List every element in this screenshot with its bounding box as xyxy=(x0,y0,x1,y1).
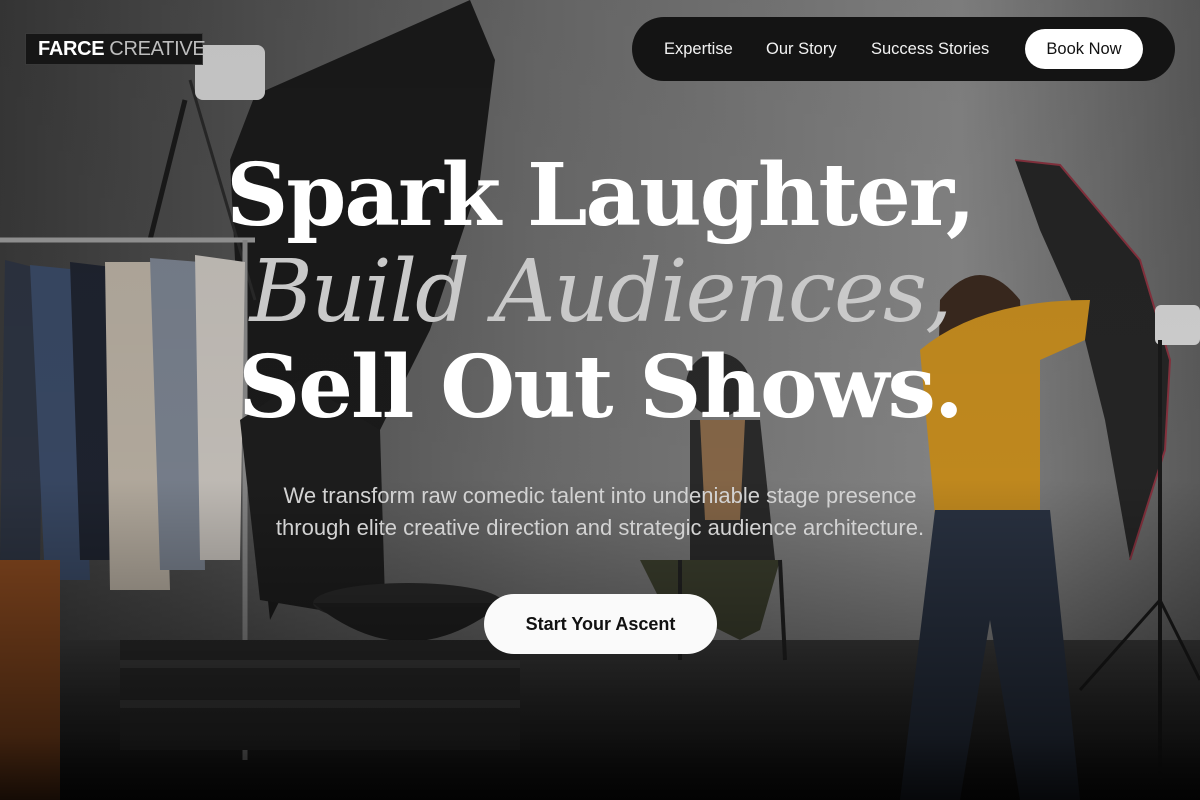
headline-line-3: Sell Out Shows. xyxy=(238,337,964,438)
hero-section: FARCE CREATIVE Expertise Our Story Succe… xyxy=(0,0,1200,800)
start-your-ascent-button[interactable]: Start Your Ascent xyxy=(484,594,717,654)
nav-link-success-stories[interactable]: Success Stories xyxy=(871,17,989,81)
nav-link-our-story[interactable]: Our Story xyxy=(766,17,837,81)
logo-secondary-text: CREATIVE xyxy=(109,37,206,60)
nav-link-expertise[interactable]: Expertise xyxy=(664,17,733,81)
hero-description: We transform raw comedic talent into und… xyxy=(275,483,925,540)
headline-line-2: Build Audiences, xyxy=(249,242,953,342)
logo-primary-text: FARCE xyxy=(38,37,105,60)
top-navigation: Expertise Our Story Success Stories Book… xyxy=(632,17,1175,81)
headline-line-1: Spark Laughter, xyxy=(226,145,976,246)
brand-logo[interactable]: FARCE CREATIVE xyxy=(25,33,206,65)
book-now-button[interactable]: Book Now xyxy=(1025,29,1143,69)
